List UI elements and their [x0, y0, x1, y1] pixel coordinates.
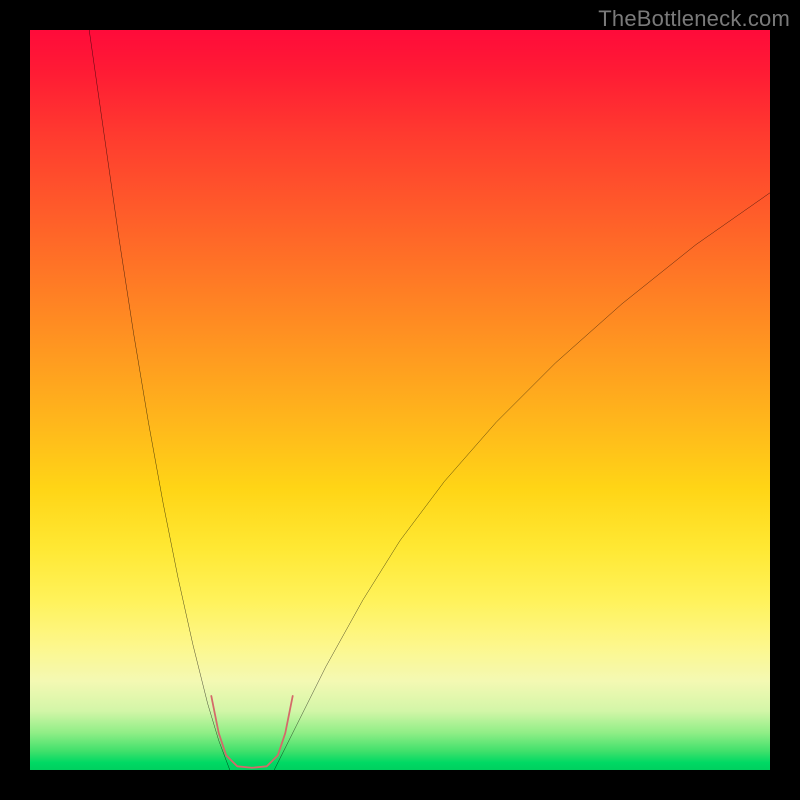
curve-left-branch	[89, 30, 230, 770]
watermark-label: TheBottleneck.com	[598, 6, 790, 32]
notch-marker	[211, 696, 292, 768]
chart-stage: TheBottleneck.com	[0, 0, 800, 800]
curve-right-branch	[274, 193, 770, 770]
plot-area	[30, 30, 770, 770]
curve-layer	[30, 30, 770, 770]
